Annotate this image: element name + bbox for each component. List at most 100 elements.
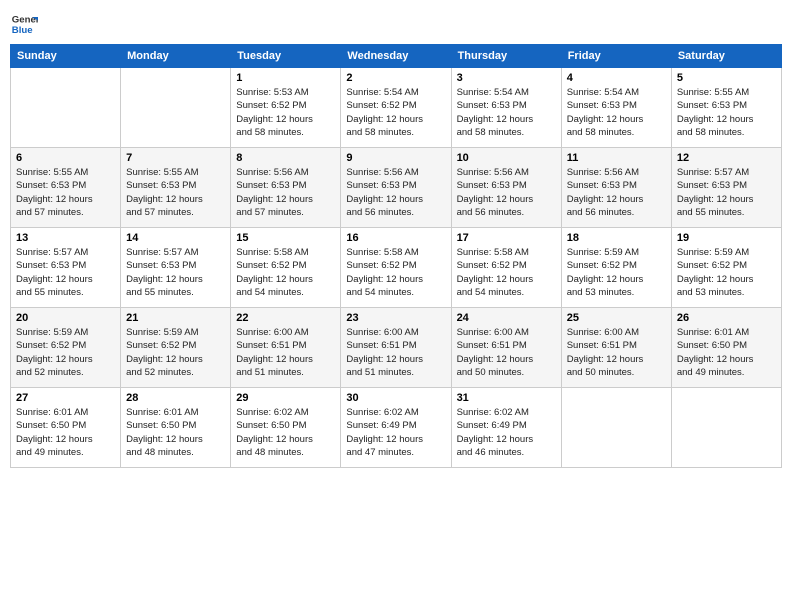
calendar-cell: 27 Sunrise: 6:01 AM Sunset: 6:50 PM Dayli… xyxy=(11,388,121,468)
day-number: 19 xyxy=(677,232,776,244)
weekday-header: Friday xyxy=(561,45,671,68)
day-info: Sunrise: 5:56 AM Sunset: 6:53 PM Dayligh… xyxy=(567,166,666,219)
calendar-cell: 15 Sunrise: 5:58 AM Sunset: 6:52 PM Dayli… xyxy=(231,228,341,308)
calendar-cell xyxy=(121,68,231,148)
day-number: 1 xyxy=(236,72,335,84)
calendar-cell: 10 Sunrise: 5:56 AM Sunset: 6:53 PM Dayli… xyxy=(451,148,561,228)
calendar-cell: 17 Sunrise: 5:58 AM Sunset: 6:52 PM Dayli… xyxy=(451,228,561,308)
calendar-cell: 8 Sunrise: 5:56 AM Sunset: 6:53 PM Daylig… xyxy=(231,148,341,228)
calendar-cell: 19 Sunrise: 5:59 AM Sunset: 6:52 PM Dayli… xyxy=(671,228,781,308)
calendar-cell: 11 Sunrise: 5:56 AM Sunset: 6:53 PM Dayli… xyxy=(561,148,671,228)
weekday-header: Tuesday xyxy=(231,45,341,68)
day-number: 8 xyxy=(236,152,335,164)
calendar-cell: 7 Sunrise: 5:55 AM Sunset: 6:53 PM Daylig… xyxy=(121,148,231,228)
calendar-cell: 20 Sunrise: 5:59 AM Sunset: 6:52 PM Dayli… xyxy=(11,308,121,388)
day-info: Sunrise: 5:57 AM Sunset: 6:53 PM Dayligh… xyxy=(677,166,776,219)
day-number: 29 xyxy=(236,392,335,404)
week-row: 6 Sunrise: 5:55 AM Sunset: 6:53 PM Daylig… xyxy=(11,148,782,228)
calendar-cell: 1 Sunrise: 5:53 AM Sunset: 6:52 PM Daylig… xyxy=(231,68,341,148)
calendar-cell xyxy=(11,68,121,148)
svg-text:Blue: Blue xyxy=(12,25,33,36)
calendar-cell: 28 Sunrise: 6:01 AM Sunset: 6:50 PM Dayli… xyxy=(121,388,231,468)
day-info: Sunrise: 6:01 AM Sunset: 6:50 PM Dayligh… xyxy=(16,406,115,459)
day-info: Sunrise: 6:02 AM Sunset: 6:50 PM Dayligh… xyxy=(236,406,335,459)
calendar-cell: 21 Sunrise: 5:59 AM Sunset: 6:52 PM Dayli… xyxy=(121,308,231,388)
day-number: 3 xyxy=(457,72,556,84)
week-row: 27 Sunrise: 6:01 AM Sunset: 6:50 PM Dayli… xyxy=(11,388,782,468)
day-number: 23 xyxy=(346,312,445,324)
day-number: 6 xyxy=(16,152,115,164)
day-number: 5 xyxy=(677,72,776,84)
day-number: 12 xyxy=(677,152,776,164)
day-info: Sunrise: 6:02 AM Sunset: 6:49 PM Dayligh… xyxy=(457,406,556,459)
calendar-cell xyxy=(561,388,671,468)
day-number: 7 xyxy=(126,152,225,164)
week-row: 13 Sunrise: 5:57 AM Sunset: 6:53 PM Dayli… xyxy=(11,228,782,308)
day-number: 27 xyxy=(16,392,115,404)
day-number: 20 xyxy=(16,312,115,324)
calendar-cell: 14 Sunrise: 5:57 AM Sunset: 6:53 PM Dayli… xyxy=(121,228,231,308)
day-info: Sunrise: 5:55 AM Sunset: 6:53 PM Dayligh… xyxy=(126,166,225,219)
weekday-header-row: SundayMondayTuesdayWednesdayThursdayFrid… xyxy=(11,45,782,68)
calendar-cell: 30Sunrise: 6:02 AM Sunset: 6:49 PM Dayli… xyxy=(341,388,451,468)
calendar-cell: 26Sunrise: 6:01 AM Sunset: 6:50 PM Dayli… xyxy=(671,308,781,388)
calendar-cell: 23Sunrise: 6:00 AM Sunset: 6:51 PM Dayli… xyxy=(341,308,451,388)
calendar-cell: 29 Sunrise: 6:02 AM Sunset: 6:50 PM Dayli… xyxy=(231,388,341,468)
day-info: Sunrise: 5:56 AM Sunset: 6:53 PM Dayligh… xyxy=(346,166,445,219)
calendar-cell: 18Sunrise: 5:59 AM Sunset: 6:52 PM Dayli… xyxy=(561,228,671,308)
calendar-cell: 2Sunrise: 5:54 AM Sunset: 6:52 PM Daylig… xyxy=(341,68,451,148)
day-number: 24 xyxy=(457,312,556,324)
day-info: Sunrise: 5:59 AM Sunset: 6:52 PM Dayligh… xyxy=(126,326,225,379)
page-header: General Blue xyxy=(10,10,782,38)
calendar-cell: 3 Sunrise: 5:54 AM Sunset: 6:53 PM Daylig… xyxy=(451,68,561,148)
day-number: 22 xyxy=(236,312,335,324)
day-info: Sunrise: 5:56 AM Sunset: 6:53 PM Dayligh… xyxy=(236,166,335,219)
calendar-table: SundayMondayTuesdayWednesdayThursdayFrid… xyxy=(10,44,782,468)
day-number: 13 xyxy=(16,232,115,244)
day-number: 4 xyxy=(567,72,666,84)
day-info: Sunrise: 5:58 AM Sunset: 6:52 PM Dayligh… xyxy=(346,246,445,299)
day-info: Sunrise: 5:59 AM Sunset: 6:52 PM Dayligh… xyxy=(677,246,776,299)
day-number: 21 xyxy=(126,312,225,324)
day-number: 14 xyxy=(126,232,225,244)
week-row: 20 Sunrise: 5:59 AM Sunset: 6:52 PM Dayli… xyxy=(11,308,782,388)
day-info: Sunrise: 5:54 AM Sunset: 6:53 PM Dayligh… xyxy=(457,86,556,139)
day-info: Sunrise: 5:53 AM Sunset: 6:52 PM Dayligh… xyxy=(236,86,335,139)
day-info: Sunrise: 5:56 AM Sunset: 6:53 PM Dayligh… xyxy=(457,166,556,219)
day-number: 28 xyxy=(126,392,225,404)
day-number: 26 xyxy=(677,312,776,324)
day-number: 9 xyxy=(346,152,445,164)
day-info: Sunrise: 5:54 AM Sunset: 6:52 PM Dayligh… xyxy=(346,86,445,139)
day-info: Sunrise: 5:55 AM Sunset: 6:53 PM Dayligh… xyxy=(677,86,776,139)
weekday-header: Saturday xyxy=(671,45,781,68)
weekday-header: Monday xyxy=(121,45,231,68)
calendar-cell: 16 Sunrise: 5:58 AM Sunset: 6:52 PM Dayli… xyxy=(341,228,451,308)
day-info: Sunrise: 6:00 AM Sunset: 6:51 PM Dayligh… xyxy=(457,326,556,379)
day-info: Sunrise: 5:55 AM Sunset: 6:53 PM Dayligh… xyxy=(16,166,115,219)
weekday-header: Sunday xyxy=(11,45,121,68)
calendar-cell: 24 Sunrise: 6:00 AM Sunset: 6:51 PM Dayli… xyxy=(451,308,561,388)
day-info: Sunrise: 5:57 AM Sunset: 6:53 PM Dayligh… xyxy=(126,246,225,299)
day-info: Sunrise: 6:00 AM Sunset: 6:51 PM Dayligh… xyxy=(236,326,335,379)
calendar-cell: 4 Sunrise: 5:54 AM Sunset: 6:53 PM Daylig… xyxy=(561,68,671,148)
day-number: 10 xyxy=(457,152,556,164)
weekday-header: Thursday xyxy=(451,45,561,68)
day-number: 15 xyxy=(236,232,335,244)
calendar-cell: 13Sunrise: 5:57 AM Sunset: 6:53 PM Dayli… xyxy=(11,228,121,308)
day-number: 18 xyxy=(567,232,666,244)
day-info: Sunrise: 5:58 AM Sunset: 6:52 PM Dayligh… xyxy=(236,246,335,299)
day-number: 17 xyxy=(457,232,556,244)
calendar-cell: 12 Sunrise: 5:57 AM Sunset: 6:53 PM Dayli… xyxy=(671,148,781,228)
calendar-cell: 9 Sunrise: 5:56 AM Sunset: 6:53 PM Daylig… xyxy=(341,148,451,228)
day-info: Sunrise: 5:54 AM Sunset: 6:53 PM Dayligh… xyxy=(567,86,666,139)
calendar-cell: 5 Sunrise: 5:55 AM Sunset: 6:53 PM Daylig… xyxy=(671,68,781,148)
weekday-header: Wednesday xyxy=(341,45,451,68)
day-info: Sunrise: 6:01 AM Sunset: 6:50 PM Dayligh… xyxy=(126,406,225,459)
day-number: 16 xyxy=(346,232,445,244)
calendar-cell: 31Sunrise: 6:02 AM Sunset: 6:49 PM Dayli… xyxy=(451,388,561,468)
day-info: Sunrise: 5:59 AM Sunset: 6:52 PM Dayligh… xyxy=(16,326,115,379)
day-number: 25 xyxy=(567,312,666,324)
calendar-cell: 25Sunrise: 6:00 AM Sunset: 6:51 PM Dayli… xyxy=(561,308,671,388)
day-number: 11 xyxy=(567,152,666,164)
day-info: Sunrise: 5:58 AM Sunset: 6:52 PM Dayligh… xyxy=(457,246,556,299)
